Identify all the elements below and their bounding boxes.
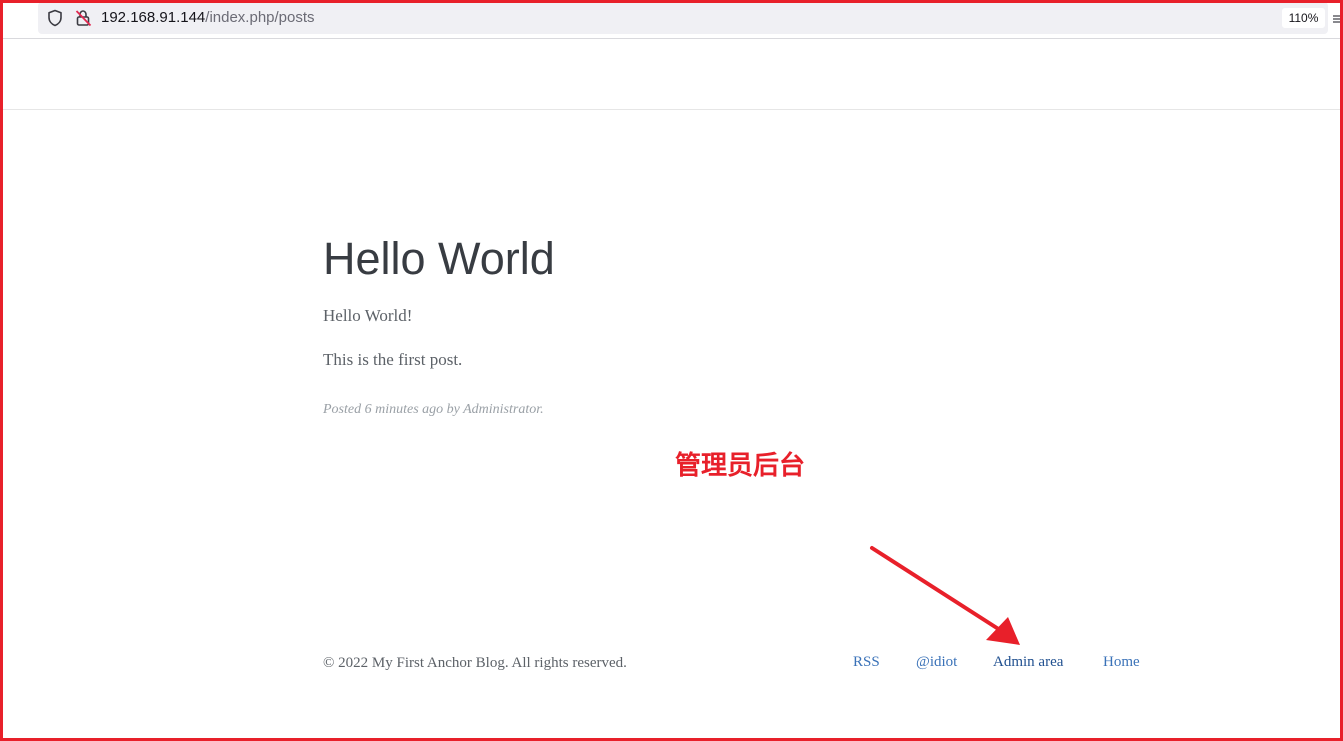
url-text[interactable]: 192.168.91.144/index.php/posts	[101, 8, 315, 28]
footer-link-rss[interactable]: RSS	[853, 652, 880, 672]
browser-divider	[0, 38, 1343, 39]
shield-icon[interactable]	[47, 9, 63, 27]
highlight-frame	[0, 0, 1343, 741]
zoom-level-button[interactable]: 110%	[1282, 8, 1325, 28]
annotation-label: 管理员后台	[675, 451, 806, 481]
footer-link-home[interactable]: Home	[1103, 652, 1140, 672]
footer-link-admin-area[interactable]: Admin area	[993, 652, 1063, 672]
red-arrow-icon	[870, 546, 1020, 645]
header-divider	[3, 109, 1340, 110]
post-paragraph: This is the first post.	[323, 350, 463, 369]
url-host: 192.168.91.144	[101, 9, 206, 26]
post-title: Hello World	[323, 233, 555, 284]
footer-copyright: © 2022 My First Anchor Blog. All rights …	[323, 655, 627, 671]
reader-view-icon[interactable]	[1333, 14, 1341, 26]
insecure-connection-icon[interactable]	[75, 9, 92, 27]
post-paragraph: Hello World!	[323, 306, 413, 325]
post-meta: Posted 6 minutes ago by Administrator.	[323, 402, 544, 417]
footer-link-twitter[interactable]: @idiot	[916, 652, 957, 672]
url-path: /index.php/posts	[205, 9, 315, 26]
